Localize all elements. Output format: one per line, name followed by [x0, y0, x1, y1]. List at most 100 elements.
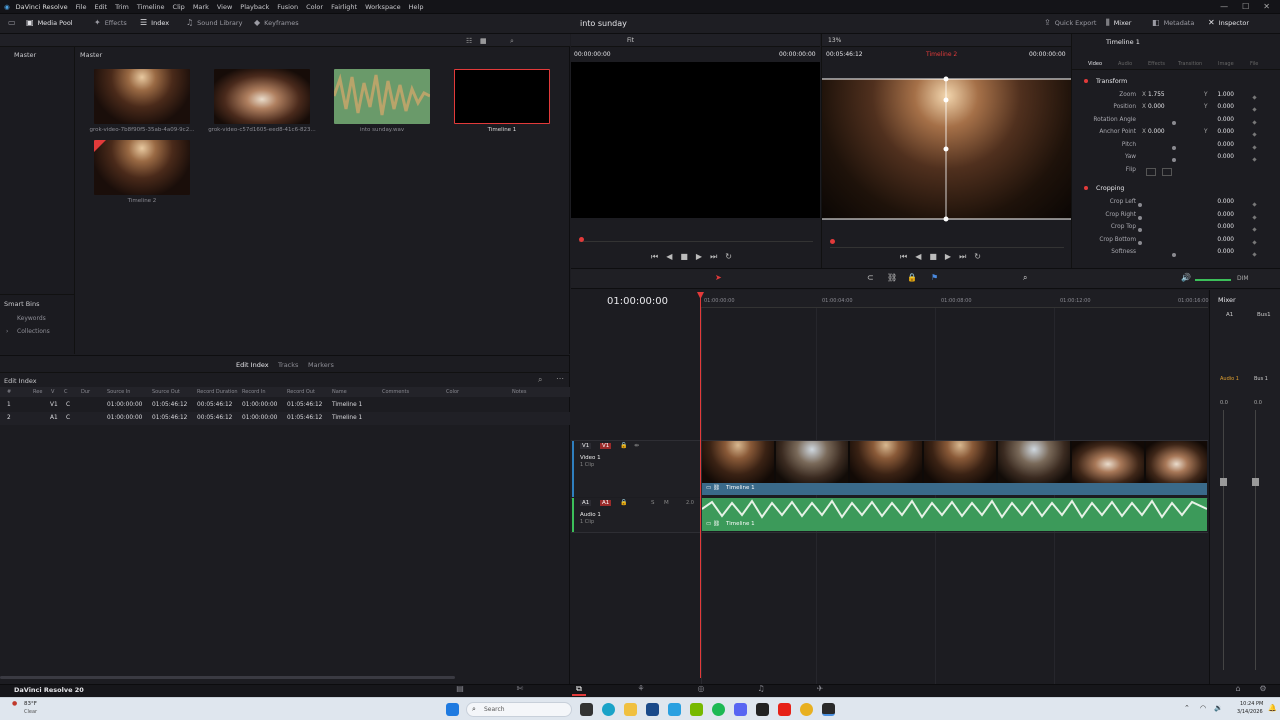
speaker-icon[interactable]: 🔊 [1181, 273, 1191, 282]
fader-a1[interactable] [1220, 478, 1227, 486]
source-patch-button[interactable]: A1 [600, 500, 612, 506]
crop-top-field[interactable]: 0.000 [1217, 224, 1234, 230]
clip-thumbnail[interactable] [94, 69, 190, 124]
crop-left-slider[interactable] [1138, 203, 1142, 207]
inspector-button[interactable]: ✕ Inspector [1208, 18, 1249, 27]
steam-icon[interactable] [646, 703, 659, 716]
video-track-header[interactable]: V1 V1 🔒 ⇹ Video 1 1 Clip [572, 441, 700, 497]
menu-file[interactable]: File [72, 3, 91, 11]
menu-workspace[interactable]: Workspace [361, 3, 405, 11]
task-view-icon[interactable] [580, 703, 593, 716]
stop-icon[interactable]: ■ [680, 252, 688, 262]
timeline-playhead[interactable] [700, 292, 701, 678]
crop-top-slider[interactable] [1138, 228, 1142, 232]
transform-section[interactable]: Transform [1096, 78, 1127, 85]
tray-chevron-icon[interactable]: ⌃ [1184, 704, 1190, 712]
minimize-button[interactable]: — [1220, 2, 1228, 11]
page-media-icon[interactable]: ▤ [453, 684, 467, 696]
zoom-y-field[interactable]: 1.000 [1217, 92, 1234, 98]
page-deliver-icon[interactable]: ✈ [813, 684, 827, 696]
loop-icon[interactable]: ↻ [974, 252, 981, 262]
video-clip-label-bar[interactable]: ▭ ⛓ Timeline 1 [702, 483, 1207, 495]
anchor-y-field[interactable]: 0.000 [1217, 129, 1234, 135]
page-fusion-icon[interactable]: ⚘ [634, 684, 648, 696]
horizontal-scrollbar[interactable] [0, 676, 455, 679]
play-icon[interactable]: ▶ [696, 252, 702, 262]
menu-playback[interactable]: Playback [236, 3, 273, 11]
view-grid-icon[interactable]: ▦ [480, 37, 487, 45]
smart-bin-keywords[interactable]: Keywords [17, 315, 46, 322]
tab-audio[interactable]: Audio [1118, 61, 1132, 67]
lock-icon[interactable]: 🔒 [620, 499, 627, 506]
timeline-thumbnail[interactable] [94, 140, 190, 195]
crop-left-field[interactable]: 0.000 [1217, 199, 1234, 205]
play-icon[interactable]: ▶ [945, 252, 951, 262]
rotation-field[interactable]: 0.000 [1217, 117, 1234, 123]
tab-transition[interactable]: Transition [1178, 61, 1202, 67]
yaw-slider[interactable] [1172, 158, 1176, 162]
source-scrubber[interactable] [579, 241, 813, 242]
terminal-icon[interactable] [756, 703, 769, 716]
volume-slider[interactable] [1195, 279, 1231, 281]
flip-vertical-icon[interactable] [1162, 168, 1172, 176]
discord-icon[interactable] [734, 703, 747, 716]
search-icon[interactable]: ⌕ [538, 375, 542, 385]
mute-button[interactable]: M [664, 500, 669, 506]
notification-bell-icon[interactable]: 🔔 [1268, 704, 1277, 712]
snapping-icon[interactable]: ⊂ [867, 273, 874, 282]
nvidia-icon[interactable] [690, 703, 703, 716]
audio-clip-thumbnail[interactable] [334, 69, 430, 124]
play-reverse-icon[interactable]: ◀ [666, 252, 672, 262]
cropping-section[interactable]: Cropping [1096, 185, 1124, 192]
volume-icon[interactable]: 🔉 [1214, 704, 1223, 712]
tab-effects[interactable]: Effects [1148, 61, 1165, 67]
table-row[interactable]: 2 A1 C 01:00:00:00 01:05:46:12 00:05:46:… [0, 412, 570, 425]
audio-clip[interactable]: ▭ ⛓ Timeline 1 [702, 498, 1207, 531]
crop-right-field[interactable]: 0.000 [1217, 212, 1234, 218]
menu-mark[interactable]: Mark [189, 3, 213, 11]
page-cut-icon[interactable]: ✄ [513, 684, 527, 696]
clip-thumbnail[interactable] [214, 69, 310, 124]
maximize-button[interactable]: ☐ [1242, 2, 1249, 11]
skip-back-icon[interactable]: ⏮ [651, 252, 658, 262]
viewer-zoom-select[interactable]: Fit [627, 37, 634, 44]
file-explorer-icon[interactable] [624, 703, 637, 716]
timeline-playhead-marker[interactable] [830, 239, 835, 244]
crop-bottom-field[interactable]: 0.000 [1217, 237, 1234, 243]
audio-track-header[interactable]: A1 A1 🔒 S M 2.0 Audio 1 1 Clip [572, 498, 700, 532]
position-x-field[interactable]: 0.000 [1148, 104, 1165, 110]
cropping-enabled-icon[interactable] [1084, 186, 1088, 190]
source-video-canvas[interactable] [571, 62, 820, 218]
softness-slider[interactable] [1172, 253, 1176, 257]
menu-color[interactable]: Color [302, 3, 327, 11]
table-row[interactable]: 1 V1 C 01:00:00:00 01:05:46:12 00:05:46:… [0, 399, 570, 412]
settings-gear-icon[interactable]: ⚙ [1256, 684, 1270, 696]
timeline-viewer-zoom[interactable]: 13% [828, 37, 841, 44]
tab-video[interactable]: Video [1088, 61, 1102, 67]
skip-back-icon[interactable]: ⏮ [900, 252, 907, 262]
home-icon[interactable]: ⌂ [1231, 684, 1245, 696]
tab-markers[interactable]: Markers [308, 361, 334, 369]
keyframes-button[interactable]: ◆ Keyframes [254, 18, 299, 27]
menu-clip[interactable]: Clip [169, 3, 189, 11]
index-button[interactable]: ☰ Index [140, 18, 169, 27]
edge-icon[interactable] [602, 703, 615, 716]
solo-button[interactable]: S [651, 500, 655, 506]
menu-view[interactable]: View [213, 3, 236, 11]
tab-file[interactable]: File [1250, 61, 1258, 67]
menu-trim[interactable]: Trim [111, 3, 133, 11]
close-button[interactable]: ✕ [1263, 2, 1270, 11]
tab-tracks[interactable]: Tracks [278, 361, 298, 369]
transform-enabled-icon[interactable] [1084, 79, 1088, 83]
zoom-icon[interactable]: ⌕ [1023, 273, 1027, 283]
anchor-x-field[interactable]: 0.000 [1148, 129, 1165, 135]
menu-fairlight[interactable]: Fairlight [327, 3, 361, 11]
app-icon[interactable] [668, 703, 681, 716]
source-patch-button[interactable]: V1 [600, 443, 612, 449]
crop-right-slider[interactable] [1138, 216, 1142, 220]
skip-forward-icon[interactable]: ⏭ [710, 252, 717, 262]
lock-icon[interactable]: 🔒 [907, 273, 917, 282]
softness-field[interactable]: 0.000 [1217, 249, 1234, 255]
flip-horizontal-icon[interactable] [1146, 168, 1156, 176]
lock-icon[interactable]: 🔒 [620, 442, 627, 449]
